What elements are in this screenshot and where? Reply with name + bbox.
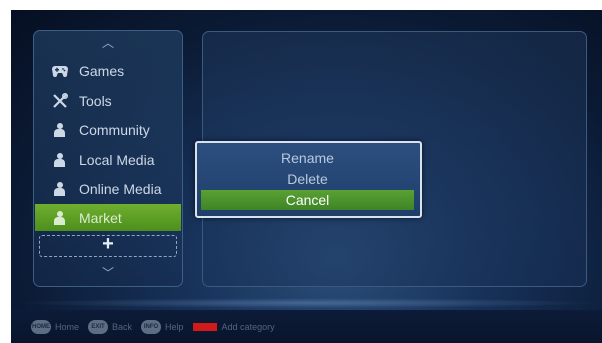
sidebar-item-label: Games — [79, 62, 125, 79]
sidebar-item-label: Local Media — [79, 151, 155, 168]
person-icon — [51, 121, 69, 139]
hint-label: Home — [55, 321, 80, 332]
tv-screen: ︿ Games Tools Community Local Media Onli… — [11, 10, 602, 343]
sidebar-item-local-media[interactable]: Local Media — [35, 146, 181, 173]
hint-help: INFO Help — [141, 319, 184, 334]
hint-home: HOME Home — [31, 319, 80, 334]
sidebar-item-label: Market — [79, 209, 122, 226]
sidebar-item-tools[interactable]: Tools — [35, 87, 181, 114]
gamepad-icon — [51, 62, 69, 80]
sidebar-item-games[interactable]: Games — [35, 57, 181, 84]
home-key-icon: HOME — [31, 319, 51, 334]
person-icon — [51, 180, 69, 198]
horizon-glow — [11, 298, 602, 308]
sidebar-item-community[interactable]: Community — [35, 116, 181, 143]
scroll-up-icon[interactable]: ︿ — [34, 37, 182, 49]
exit-key-icon: EXIT — [88, 319, 109, 334]
cancel-option[interactable]: Cancel — [201, 190, 414, 210]
sidebar-item-label: Community — [79, 121, 150, 138]
sidebar-item-label: Tools — [79, 92, 112, 109]
hint-label: Help — [165, 321, 184, 332]
tools-icon — [51, 92, 69, 110]
add-category-button[interactable]: + — [39, 233, 177, 257]
hint-label: Back — [112, 321, 133, 332]
category-sidebar: ︿ Games Tools Community Local Media Onli… — [33, 30, 183, 287]
delete-option[interactable]: Delete — [201, 169, 414, 189]
hint-add-category: Add category — [192, 321, 275, 332]
scroll-down-icon[interactable]: ﹀ — [34, 267, 182, 279]
sidebar-item-label: Online Media — [79, 180, 162, 197]
hint-label: Add category — [221, 321, 275, 332]
info-key-icon: INFO — [141, 319, 162, 334]
sidebar-item-market[interactable]: Market — [35, 204, 181, 231]
plus-icon: + — [102, 233, 114, 255]
rename-option[interactable]: Rename — [201, 148, 414, 168]
red-key-icon — [192, 322, 217, 331]
person-icon — [51, 151, 69, 169]
bottom-hint-bar: HOME Home EXIT Back INFO Help Add catego… — [11, 310, 602, 343]
person-icon — [51, 209, 69, 227]
sidebar-item-online-media[interactable]: Online Media — [35, 175, 181, 202]
hint-back: EXIT Back — [88, 319, 133, 334]
context-menu-dialog: Rename Delete Cancel — [195, 141, 422, 218]
